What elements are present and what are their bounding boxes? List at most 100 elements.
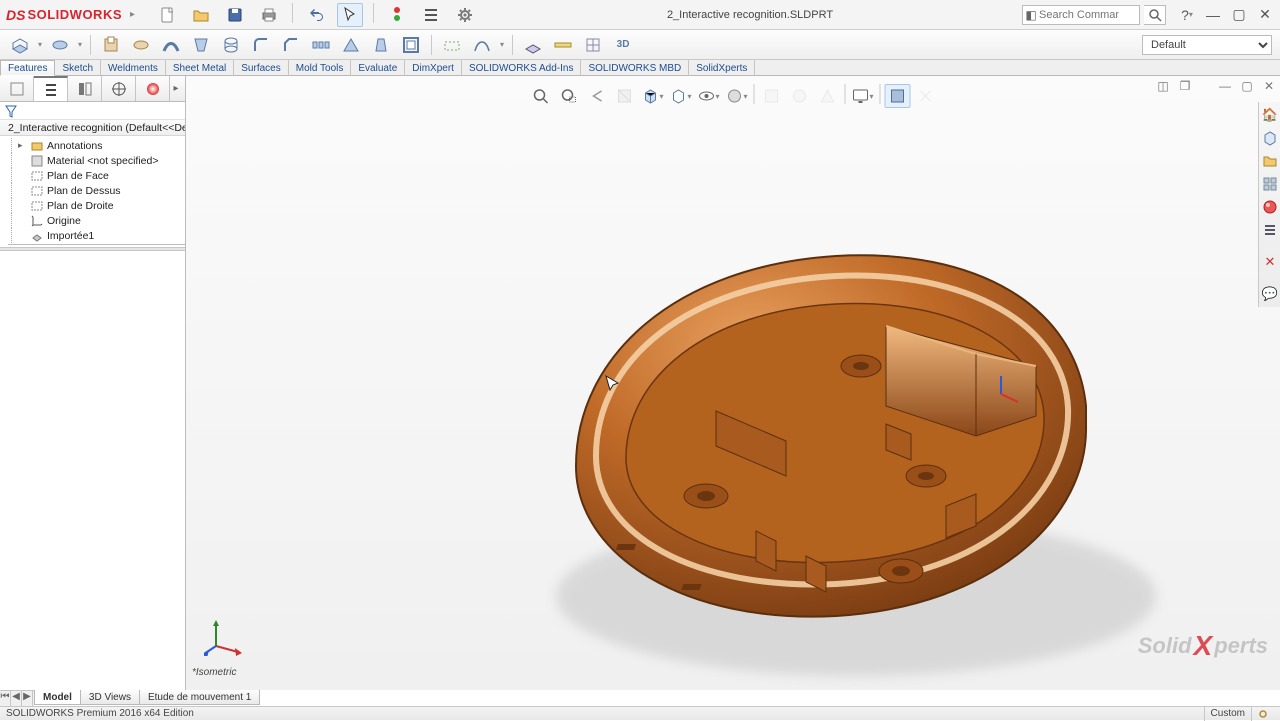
tree-node-origin[interactable]: Origine xyxy=(8,213,185,228)
options-button[interactable] xyxy=(452,3,478,27)
doc-minimize-button[interactable]: — xyxy=(1214,76,1236,96)
search-submit-button[interactable] xyxy=(1144,5,1166,25)
help-button[interactable]: ?▾ xyxy=(1176,5,1198,25)
rebuild-traffic-button[interactable] xyxy=(384,3,410,27)
doc-cascade-button[interactable]: ❐ xyxy=(1174,76,1196,96)
doc-close-button[interactable]: ✕ xyxy=(1258,76,1280,96)
revolve-boss-button[interactable] xyxy=(48,33,72,57)
fm-tab-config-mgr[interactable] xyxy=(102,76,136,101)
screen-capture-button[interactable]: ▾ xyxy=(850,84,876,108)
tree-node-material[interactable]: Material <not specified> xyxy=(8,153,185,168)
section-view-button[interactable] xyxy=(612,84,638,108)
view-palette-button[interactable] xyxy=(1260,174,1280,194)
chamfer-button[interactable] xyxy=(279,33,303,57)
apply-scene-button[interactable] xyxy=(759,84,785,108)
fm-tab-feature-tree[interactable] xyxy=(34,76,68,101)
fm-tab-appearance[interactable] xyxy=(136,76,170,101)
custom-props-button[interactable] xyxy=(1260,220,1280,240)
tab-mold-tools[interactable]: Mold Tools xyxy=(289,60,352,76)
fm-root-node[interactable]: 2_Interactive recognition (Default<<Defa… xyxy=(0,120,185,136)
curve-button[interactable] xyxy=(470,33,494,57)
scroll-first-button[interactable]: ⏮ xyxy=(0,691,11,706)
doc-auto-arrange-button[interactable]: ◫ xyxy=(1152,76,1174,96)
file-explorer-button[interactable] xyxy=(1260,151,1280,171)
window-close-button[interactable]: ✕ xyxy=(1254,5,1276,25)
appearances-button[interactable] xyxy=(1260,197,1280,217)
sw-forum-button[interactable]: 💬 xyxy=(1260,284,1280,304)
measure-button[interactable] xyxy=(551,33,575,57)
bottom-tab-model[interactable]: Model xyxy=(34,690,81,705)
tree-node-right-plane[interactable]: Plan de Droite xyxy=(8,198,185,213)
tab-sheet-metal[interactable]: Sheet Metal xyxy=(166,60,234,76)
orientation-triad[interactable] xyxy=(204,616,244,656)
instant3d-button[interactable] xyxy=(521,33,545,57)
configuration-selector[interactable]: Default xyxy=(1142,35,1272,55)
tree-node-imported[interactable]: Importée1 xyxy=(8,228,185,243)
rebuild-list-button[interactable] xyxy=(418,3,444,27)
window-minimize-button[interactable]: — xyxy=(1202,5,1224,25)
status-units[interactable]: Custom xyxy=(1204,707,1251,721)
logo-flyout-chevron-icon[interactable]: ▸ xyxy=(130,9,140,20)
view-settings-button[interactable] xyxy=(787,84,813,108)
rollback-bar[interactable] xyxy=(8,244,185,245)
swept-boss-button[interactable] xyxy=(159,33,183,57)
freeze-bar-button[interactable] xyxy=(581,33,605,57)
print-button[interactable] xyxy=(256,3,282,27)
save-button[interactable] xyxy=(222,3,248,27)
3d-text-button[interactable]: 3D xyxy=(611,33,635,57)
fm-splitter[interactable] xyxy=(0,247,185,251)
zoom-area-button[interactable] xyxy=(556,84,582,108)
scroll-next-button[interactable]: ▶ xyxy=(22,691,33,706)
draft-button[interactable] xyxy=(369,33,393,57)
rib-button[interactable] xyxy=(339,33,363,57)
tab-solidxperts[interactable]: SolidXperts xyxy=(689,60,755,76)
lofted-boss-button[interactable] xyxy=(189,33,213,57)
fillet-button[interactable] xyxy=(249,33,273,57)
zoom-fit-button[interactable] xyxy=(528,84,554,108)
tab-sw-addins[interactable]: SOLIDWORKS Add-Ins xyxy=(462,60,581,76)
open-file-button[interactable] xyxy=(188,3,214,27)
previous-view-button[interactable] xyxy=(584,84,610,108)
revolved-cut-button[interactable] xyxy=(129,33,153,57)
fm-tabs-more-chevron-icon[interactable]: ▸ xyxy=(170,76,182,101)
search-commands-box[interactable]: ◧ xyxy=(1022,5,1140,25)
isolate-button[interactable] xyxy=(885,84,911,108)
hide-show-button[interactable]: ▾ xyxy=(696,84,722,108)
tree-node-top-plane[interactable]: Plan de Dessus xyxy=(8,183,185,198)
design-library-button[interactable] xyxy=(1260,128,1280,148)
hud-end-button[interactable] xyxy=(913,84,939,108)
bottom-tab-motion-study[interactable]: Etude de mouvement 1 xyxy=(139,690,260,705)
tab-weldments[interactable]: Weldments xyxy=(101,60,166,76)
sw-resources-button[interactable]: 🏠 xyxy=(1260,105,1280,125)
shell-button[interactable] xyxy=(399,33,423,57)
extruded-cut-button[interactable] xyxy=(99,33,123,57)
window-restore-button[interactable]: ▢ xyxy=(1228,5,1250,25)
new-file-button[interactable] xyxy=(154,3,180,27)
extrude-boss-button[interactable] xyxy=(8,33,32,57)
select-tool-button[interactable] xyxy=(337,3,363,27)
display-style-button[interactable]: ▾ xyxy=(668,84,694,108)
fm-filter-button[interactable] xyxy=(0,102,185,120)
view-orientation-button[interactable]: ▾ xyxy=(640,84,666,108)
edit-appearance-button[interactable]: ▾ xyxy=(724,84,750,108)
tab-sketch[interactable]: Sketch xyxy=(55,60,101,76)
render-button[interactable] xyxy=(815,84,841,108)
tree-node-annotations[interactable]: ▸Annotations xyxy=(8,138,185,153)
search-input[interactable] xyxy=(1039,7,1119,23)
tab-surfaces[interactable]: Surfaces xyxy=(234,60,288,76)
doc-restore-button[interactable]: ▢ xyxy=(1236,76,1258,96)
status-cog-button[interactable] xyxy=(1251,707,1274,721)
tab-features[interactable]: Features xyxy=(0,60,55,76)
tree-node-front-plane[interactable]: Plan de Face xyxy=(8,168,185,183)
undo-button[interactable] xyxy=(303,3,329,27)
boundary-boss-button[interactable] xyxy=(219,33,243,57)
tab-dimxpert[interactable]: DimXpert xyxy=(405,60,462,76)
solidworks-logo[interactable]: DS SOLIDWORKS xyxy=(0,0,130,30)
reference-geom-button[interactable] xyxy=(440,33,464,57)
tab-sw-mbd[interactable]: SOLIDWORKS MBD xyxy=(581,60,689,76)
linear-pattern-button[interactable] xyxy=(309,33,333,57)
expand-chevron-icon[interactable]: ▸ xyxy=(18,140,27,151)
fm-tab-display[interactable] xyxy=(0,76,34,101)
fm-tab-property-mgr[interactable] xyxy=(68,76,102,101)
close-taskpane-button[interactable]: ✕ xyxy=(1260,252,1280,272)
